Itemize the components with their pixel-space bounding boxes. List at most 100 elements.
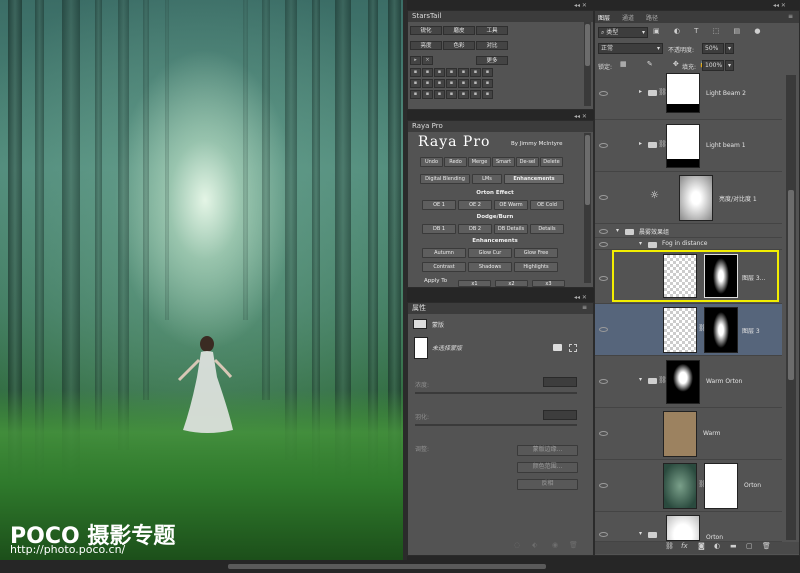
raya-scroll-thumb[interactable] [585, 135, 590, 205]
add-vector-mask-icon[interactable] [569, 344, 577, 352]
filter-icons[interactable]: ▣ ◐ T ⬚ ▤ ● [653, 27, 783, 38]
raya-enhancement-button[interactable]: Shadows [468, 262, 512, 272]
canvas-photo[interactable]: POCO 摄影专题 http://photo.poco.cn/ [0, 0, 403, 560]
starstail-play-icon[interactable]: ▸ [410, 56, 421, 65]
adjustment-layer-icon[interactable]: ◐ [714, 542, 720, 550]
visibility-eye-icon[interactable] [599, 431, 608, 436]
starstail-tool-icon[interactable]: ▪ [482, 79, 493, 88]
layers-collapse-icon[interactable]: ◂◂ ✕ [773, 2, 786, 9]
layer-name[interactable]: 图层 3 [742, 326, 760, 335]
layer-name[interactable]: 亮度/对比度 1 [719, 194, 757, 203]
layer-name[interactable]: Warm Orton [706, 378, 742, 385]
raya-dodge-button[interactable]: DB 2 [458, 224, 492, 234]
starstail-tool-icon[interactable]: ▪ [422, 68, 433, 77]
starstail-tool-icon[interactable]: ▪ [434, 68, 445, 77]
starstail-tool-icon[interactable]: ▪ [410, 68, 421, 77]
layer-group-row[interactable]: ▾ 晨雾效果组 [595, 224, 782, 238]
starstail-tool-icon[interactable]: ▪ [410, 79, 421, 88]
layer-name[interactable]: Warm [703, 430, 720, 437]
starstail-tool-icon[interactable]: ▪ [422, 79, 433, 88]
layer-row[interactable]: ▸ ⛓ Light beam 1 [595, 120, 782, 172]
starstail-close-icon[interactable]: × [422, 56, 433, 65]
tab-channels[interactable]: 通道 [622, 13, 634, 22]
starstail-tool-icon[interactable]: ▪ [446, 79, 457, 88]
visibility-eye-icon[interactable] [599, 532, 608, 537]
add-mask-icon[interactable]: ◙ [698, 542, 705, 550]
starstail-tool-icon[interactable]: ▪ [470, 79, 481, 88]
trash-icon[interactable]: 🗑 [762, 542, 771, 550]
add-pixel-mask-icon[interactable] [553, 344, 562, 351]
density-input[interactable] [543, 377, 577, 387]
visibility-eye-icon[interactable] [599, 143, 608, 148]
chevron-right-icon[interactable]: ▸ [639, 140, 642, 147]
layer-name[interactable]: Orton [744, 482, 761, 489]
properties-collapse-icon[interactable]: ◂◂ ✕ [574, 294, 587, 301]
raya-orton-button[interactable]: OE Cold [530, 200, 564, 210]
layer-row[interactable]: ▸ ⛓ Light Beam 2 [595, 68, 782, 120]
raya-apply-button[interactable]: x1 [458, 280, 491, 287]
new-layer-icon[interactable]: ▢ [746, 542, 753, 550]
starstail-tool-icon[interactable]: ▪ [410, 90, 421, 99]
apply-mask-icon[interactable]: ⬖ [532, 541, 537, 549]
layer-row-highlighted[interactable]: 图层 3... [595, 250, 782, 304]
blend-mode-select[interactable]: 正常 ▾ [598, 43, 663, 54]
starstail-collapse-icon[interactable]: ◂◂ ✕ [574, 2, 587, 9]
chevron-down-icon[interactable]: ▾ [639, 376, 642, 383]
raya-tab-lms[interactable]: LMs [472, 174, 502, 184]
color-range-button[interactable]: 颜色范围... [517, 462, 578, 473]
raya-enhancement-button[interactable]: Contrast [422, 262, 466, 272]
mask-edge-button[interactable]: 蒙版边缘... [517, 445, 578, 456]
fx-icon[interactable]: fx [681, 542, 688, 550]
starstail-tool-icon[interactable]: ▪ [446, 68, 457, 77]
visibility-eye-icon[interactable] [599, 242, 608, 247]
starstail-tool-icon[interactable]: ▪ [482, 68, 493, 77]
starstail-btn-color[interactable]: 色彩 [443, 41, 475, 50]
chevron-down-icon[interactable]: ▾ [639, 530, 642, 537]
tab-layers[interactable]: 图层 [598, 13, 610, 22]
tab-paths[interactable]: 路径 [646, 13, 658, 22]
starstail-tool-icon[interactable]: ▪ [422, 90, 433, 99]
layer-row[interactable]: ☼ 亮度/对比度 1 [595, 172, 782, 224]
raya-apply-button[interactable]: x3 [532, 280, 565, 287]
visibility-eye-icon[interactable] [599, 195, 608, 200]
raya-top-button[interactable]: Smart [492, 157, 515, 167]
starstail-tool-icon[interactable]: ▪ [446, 90, 457, 99]
starstail-tool-icon[interactable]: ▪ [482, 90, 493, 99]
raya-enhancement-button[interactable]: Autumn [422, 248, 466, 258]
starstail-btn-contrast[interactable]: 对比 [476, 41, 508, 50]
opacity-input[interactable]: 50% [702, 43, 724, 54]
raya-enhancement-button[interactable]: Glow Free [514, 248, 558, 258]
raya-top-button[interactable]: Merge [468, 157, 491, 167]
raya-tab-enhancements[interactable]: Enhancements [504, 174, 564, 184]
chevron-down-icon[interactable]: ▾ [616, 227, 619, 234]
starstail-tool-icon[interactable]: ▪ [470, 68, 481, 77]
mask-type-icon[interactable] [413, 319, 427, 329]
layer-name[interactable]: Light beam 1 [706, 142, 746, 149]
selection-from-mask-icon[interactable]: ◌ [514, 541, 520, 549]
layer-name[interactable]: Orton [706, 534, 723, 541]
starstail-scroll-thumb[interactable] [585, 24, 590, 66]
chevron-right-icon[interactable]: ▸ [639, 88, 642, 95]
density-slider[interactable] [415, 392, 577, 394]
raya-top-button[interactable]: De-sel [516, 157, 539, 167]
starstail-tool-icon[interactable]: ▪ [458, 79, 469, 88]
feather-slider[interactable] [415, 424, 577, 426]
starstail-btn-brightness[interactable]: 亮度 [410, 41, 442, 50]
raya-orton-button[interactable]: OE 2 [458, 200, 492, 210]
starstail-tool-icon[interactable]: ▪ [458, 68, 469, 77]
raya-apply-button[interactable]: x2 [495, 280, 528, 287]
visibility-eye-icon[interactable] [599, 91, 608, 96]
raya-dodge-button[interactable]: DB Details [494, 224, 528, 234]
invert-button[interactable]: 反相 [517, 479, 578, 490]
new-group-icon[interactable]: ▬ [730, 542, 737, 550]
layer-row[interactable]: Warm [595, 408, 782, 460]
raya-orton-button[interactable]: OE 1 [422, 200, 456, 210]
layer-row[interactable]: ▾ Orton [595, 512, 782, 542]
delete-mask-icon[interactable]: 🗑 [569, 541, 578, 549]
raya-dodge-button[interactable]: Details [530, 224, 564, 234]
raya-collapse-icon[interactable]: ◂◂ ✕ [574, 113, 587, 120]
layer-name[interactable]: 晨雾效果组 [639, 227, 669, 236]
starstail-tool-icon[interactable]: ▪ [470, 90, 481, 99]
starstail-btn-sharpen[interactable]: 锐化 [410, 26, 442, 35]
starstail-btn-more[interactable]: 更多 [476, 56, 508, 65]
